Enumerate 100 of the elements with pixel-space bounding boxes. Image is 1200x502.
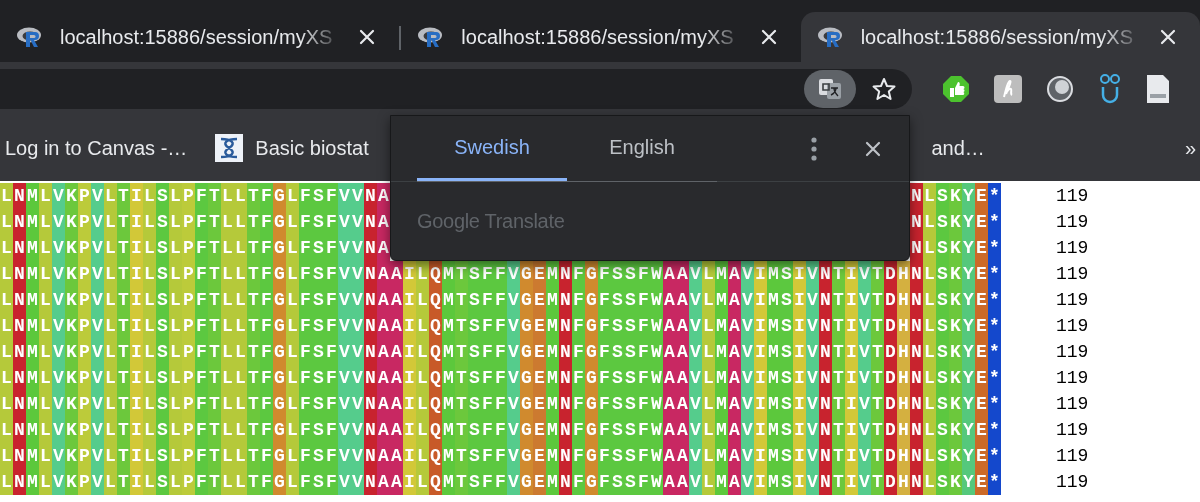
residue-cell: T — [455, 287, 468, 313]
residue-cell: L — [286, 287, 299, 313]
residue-cell: S — [936, 209, 949, 235]
residue-cell: K — [949, 391, 962, 417]
residue-cell: F — [598, 391, 611, 417]
residue-cell: * — [988, 391, 1001, 417]
residue-cell: E — [533, 313, 546, 339]
residue-cell: S — [468, 313, 481, 339]
residue-cell: F — [260, 235, 273, 261]
residue-cell: L — [39, 391, 52, 417]
residue-cell: N — [364, 443, 377, 469]
residue-cell: L — [0, 391, 13, 417]
residue-cell: N — [819, 417, 832, 443]
circle-extension-icon[interactable] — [1046, 74, 1074, 103]
residue-cell: T — [117, 417, 130, 443]
language-tab[interactable]: Swedish — [417, 130, 567, 181]
residue-cell: A — [377, 313, 390, 339]
residue-cell: H — [897, 313, 910, 339]
residue-cell: G — [520, 339, 533, 365]
bookmark-link[interactable]: Basic biostat — [255, 133, 369, 163]
residue-cell: F — [195, 365, 208, 391]
residue-cell: L — [143, 339, 156, 365]
residue-cell: * — [988, 417, 1001, 443]
residue-cell: F — [481, 287, 494, 313]
residue-cell: F — [637, 365, 650, 391]
residue-cell: D — [884, 443, 897, 469]
browser-tab[interactable]: localhost:15886/session/myXS — [401, 12, 801, 62]
browser-tab[interactable]: localhost:15886/session/myXS — [0, 12, 400, 62]
residue-cell: S — [936, 183, 949, 209]
residue-cell: M — [546, 339, 559, 365]
residue-cell: I — [845, 469, 858, 495]
residue-cell: F — [481, 443, 494, 469]
residue-cell: L — [286, 365, 299, 391]
residue-cell: I — [754, 313, 767, 339]
star-icon[interactable] — [872, 76, 896, 101]
residue-cell: M — [442, 391, 455, 417]
bookmarks-overflow[interactable]: » — [1184, 133, 1196, 163]
residue-cell: V — [741, 261, 754, 287]
residue-cell: F — [637, 287, 650, 313]
residue-cell: S — [780, 417, 793, 443]
language-tab[interactable]: English — [567, 130, 717, 181]
residue-cell: F — [260, 313, 273, 339]
bookmark-link[interactable]: Log in to Canvas -… — [5, 133, 188, 163]
residue-cell: Y — [962, 391, 975, 417]
sequence-length: 119 — [1056, 340, 1089, 364]
residue-cell: T — [208, 365, 221, 391]
residue-cell: H — [897, 339, 910, 365]
residue-cell: V — [741, 313, 754, 339]
residue-cell: T — [871, 365, 884, 391]
residue-cell: L — [104, 443, 117, 469]
residue-cell: E — [533, 469, 546, 495]
residue-cell: V — [507, 469, 520, 495]
tab-close-icon[interactable] — [760, 29, 777, 45]
sequence-length: 119 — [1056, 236, 1089, 260]
residue-cell: N — [364, 183, 377, 209]
google-translate-logo: Google Translate — [417, 209, 565, 234]
residue-cell: A — [663, 469, 676, 495]
residue-cell: F — [598, 287, 611, 313]
residue-cell: T — [117, 261, 130, 287]
residue-cell: E — [975, 443, 988, 469]
residue-cell: N — [559, 443, 572, 469]
residue-cell: S — [936, 287, 949, 313]
residue-cell: V — [741, 339, 754, 365]
residue-cell: L — [286, 313, 299, 339]
residue-cell: S — [611, 287, 624, 313]
close-icon[interactable] — [865, 140, 881, 157]
residue-cell: V — [351, 209, 364, 235]
residue-cell: V — [91, 417, 104, 443]
tab-close-icon[interactable] — [1160, 29, 1176, 45]
residue-cell: L — [286, 339, 299, 365]
residue-cell: N — [910, 469, 923, 495]
residue-cell: H — [897, 443, 910, 469]
residue-cell: * — [988, 235, 1001, 261]
residue-cell: A — [676, 391, 689, 417]
residue-cell: A — [676, 287, 689, 313]
residue-cell: T — [117, 235, 130, 261]
residue-cell: V — [858, 339, 871, 365]
residue-cell: F — [598, 443, 611, 469]
residue-cell: L — [234, 417, 247, 443]
residue-cell: L — [221, 235, 234, 261]
residue-cell: M — [26, 391, 39, 417]
residue-cell: A — [728, 339, 741, 365]
owl-icon[interactable] — [1098, 73, 1122, 104]
bookmark-link[interactable]: and… — [931, 133, 985, 163]
tab-title: localhost:15886/session/myXS — [60, 25, 334, 50]
residue-cell: S — [611, 261, 624, 287]
more-options-icon[interactable] — [811, 136, 817, 161]
residue-cell: T — [871, 339, 884, 365]
h-extension-icon[interactable] — [994, 74, 1022, 103]
document-icon[interactable] — [1146, 73, 1170, 104]
residue-cell: Q — [429, 261, 442, 287]
tab-title: localhost:15886/session/myXS — [860, 25, 1135, 50]
residue-cell: L — [221, 287, 234, 313]
thumbs-up-icon[interactable] — [942, 74, 970, 103]
browser-tab[interactable]: localhost:15886/session/myXS — [800, 12, 1200, 62]
residue-cell: S — [312, 235, 325, 261]
residue-cell: F — [195, 469, 208, 495]
tab-close-icon[interactable] — [359, 29, 376, 45]
translate-icon[interactable] — [804, 69, 856, 108]
residue-cell: A — [390, 469, 403, 495]
